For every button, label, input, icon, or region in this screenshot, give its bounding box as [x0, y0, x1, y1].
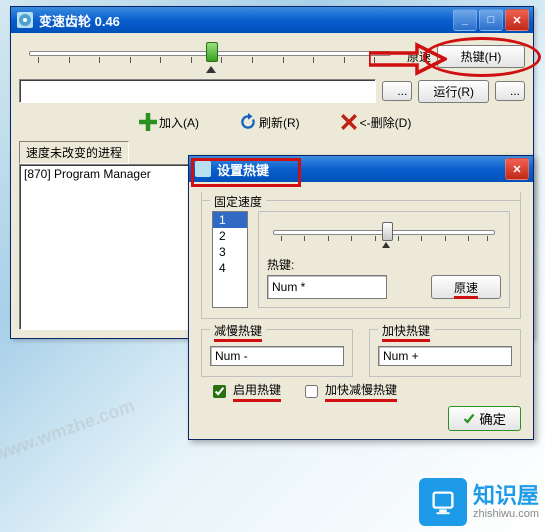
- more-button[interactable]: ...: [495, 81, 525, 101]
- logo-icon: [419, 478, 467, 526]
- process-list[interactable]: [870] Program Manager: [19, 164, 189, 330]
- delete-button[interactable]: <-删除(D): [340, 113, 412, 131]
- fast-legend: 加快热键: [382, 324, 430, 342]
- maximize-button[interactable]: □: [479, 9, 503, 31]
- list-item[interactable]: 3: [213, 244, 247, 260]
- refresh-label: 刷新(R): [259, 114, 300, 131]
- list-item[interactable]: 4: [213, 260, 247, 276]
- list-item[interactable]: 2: [213, 228, 247, 244]
- accel-checkbox-input[interactable]: [305, 385, 318, 398]
- close-button[interactable]: ✕: [505, 9, 529, 31]
- enable-label: 启用热键: [233, 381, 281, 402]
- hotkey-input[interactable]: [267, 275, 387, 299]
- slow-hotkey-input[interactable]: [210, 346, 344, 366]
- browse-button[interactable]: ...: [382, 81, 412, 101]
- minimize-button[interactable]: _: [453, 9, 477, 31]
- refresh-icon: [239, 113, 257, 131]
- list-item[interactable]: [870] Program Manager: [24, 167, 184, 181]
- run-button[interactable]: 运行(R): [418, 80, 489, 103]
- enable-checkbox-input[interactable]: [213, 385, 226, 398]
- dialog-icon: [195, 161, 211, 177]
- main-titlebar[interactable]: 变速齿轮 0.46 _ □ ✕: [11, 7, 533, 33]
- ok-label: 确定: [479, 409, 506, 428]
- logo-en: zhishiwu.com: [473, 508, 539, 520]
- dialog-title: 设置热键: [217, 160, 269, 179]
- site-logo: 知识屋 zhishiwu.com: [419, 478, 539, 526]
- orig-speed-button[interactable]: 原速: [431, 275, 501, 299]
- main-title: 变速齿轮 0.46: [39, 11, 120, 30]
- fixed-speed-legend: 固定速度: [210, 193, 266, 210]
- plus-icon: [139, 113, 157, 131]
- app-icon: [17, 12, 33, 28]
- fast-hotkey-group: 加快热键: [369, 329, 521, 377]
- fixed-speed-group: 固定速度 1 2 3 4: [201, 192, 521, 319]
- slow-hotkey-group: 减慢热键: [201, 329, 353, 377]
- orig-speed-label: 原速: [454, 281, 478, 299]
- orig-speed-label: 原速: [407, 48, 431, 65]
- enable-hotkey-checkbox[interactable]: 启用热键: [209, 381, 281, 402]
- refresh-button[interactable]: 刷新(R): [239, 113, 300, 131]
- add-button[interactable]: 加入(A): [139, 113, 199, 131]
- preset-list[interactable]: 1 2 3 4: [212, 211, 248, 308]
- process-section-label: 速度未改变的进程: [19, 141, 129, 164]
- check-icon: [463, 413, 475, 425]
- command-input[interactable]: [19, 79, 376, 103]
- delete-label: <-删除(D): [360, 114, 412, 131]
- logo-cn: 知识屋: [473, 484, 539, 508]
- accel-hotkey-checkbox[interactable]: 加快减慢热键: [301, 381, 397, 402]
- watermark: www.wmzhe.com: [0, 395, 137, 465]
- fast-hotkey-input[interactable]: [378, 346, 512, 366]
- ok-button[interactable]: 确定: [448, 406, 521, 431]
- dialog-titlebar[interactable]: 设置热键 ✕: [189, 156, 533, 182]
- add-label: 加入(A): [159, 114, 199, 131]
- dialog-speed-slider[interactable]: [267, 222, 501, 248]
- accel-label: 加快减慢热键: [325, 381, 397, 402]
- slow-legend: 减慢热键: [214, 324, 262, 342]
- list-item[interactable]: 1: [213, 212, 247, 228]
- dialog-close-button[interactable]: ✕: [505, 158, 529, 180]
- hotkey-dialog: 设置热键 ✕ 固定速度 1 2 3 4: [188, 155, 534, 440]
- delete-icon: [340, 113, 358, 131]
- speed-slider[interactable]: [19, 41, 401, 71]
- hotkey-button[interactable]: 热键(H): [437, 45, 525, 68]
- hotkey-label: 热键:: [267, 256, 423, 273]
